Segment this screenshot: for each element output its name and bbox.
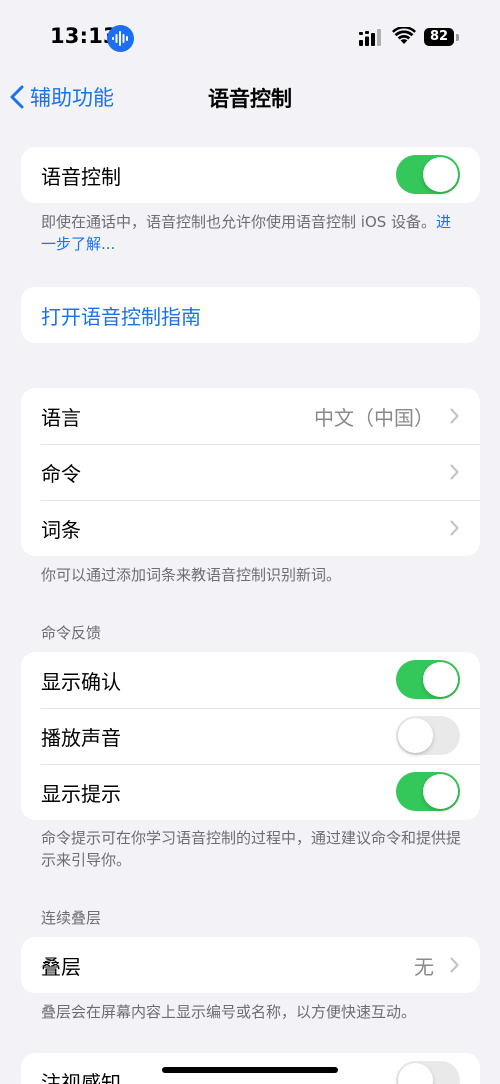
vocabulary-row[interactable]: 词条: [21, 500, 480, 556]
chevron-right-icon: [450, 520, 459, 536]
show-confirmation-toggle[interactable]: [396, 660, 460, 699]
attention-aware-label: 注视感知: [41, 1070, 121, 1084]
play-sound-toggle[interactable]: [396, 716, 460, 755]
vocabulary-label: 词条: [41, 517, 81, 542]
voice-control-footer: 即使在通话中，语音控制也允许你使用语音控制 iOS 设备。进一步了解...: [41, 211, 461, 255]
chevron-right-icon: [450, 957, 459, 973]
voice-control-description: 即使在通话中，语音控制也允许你使用语音控制 iOS 设备。: [41, 213, 437, 231]
vocabulary-footer: 你可以通过添加词条来教语音控制识别新词。: [41, 566, 342, 584]
continuous-overlay-header: 连续叠层: [41, 909, 102, 927]
show-confirmation-row: 显示确认: [21, 652, 480, 708]
cellular-signal-icon: [359, 29, 381, 46]
overlay-label: 叠层: [41, 954, 81, 979]
voice-control-toggle[interactable]: [396, 155, 460, 194]
toggle-knob: [423, 662, 458, 697]
show-confirmation-label: 显示确认: [41, 669, 121, 694]
command-feedback-group: 显示确认 播放声音 显示提示: [21, 652, 480, 820]
toggle-knob: [398, 1063, 433, 1084]
toggle-knob: [423, 157, 458, 192]
play-sound-label: 播放声音: [41, 725, 121, 750]
guide-group: 打开语音控制指南: [21, 287, 480, 343]
overlay-value: 无: [414, 954, 434, 979]
command-feedback-header: 命令反馈: [41, 624, 102, 642]
open-guide-row[interactable]: 打开语音控制指南: [21, 287, 480, 343]
overlay-group: 叠层 无: [21, 937, 480, 993]
show-hints-label: 显示提示: [41, 781, 121, 806]
attention-aware-toggle[interactable]: [396, 1061, 460, 1084]
language-label: 语言: [41, 405, 81, 430]
voice-control-row: 语音控制: [21, 147, 480, 203]
overlay-row[interactable]: 叠层 无: [21, 937, 480, 993]
battery-indicator: 82: [424, 28, 454, 46]
status-bar: 13:13 82: [0, 0, 500, 70]
battery-tip: [456, 34, 459, 41]
commands-row[interactable]: 命令: [21, 444, 480, 500]
language-group: 语言 中文（中国） 命令 词条: [21, 388, 480, 556]
show-hints-row: 显示提示: [21, 764, 480, 820]
language-row[interactable]: 语言 中文（中国）: [21, 388, 480, 444]
voice-control-mic-icon: [107, 25, 134, 52]
navigation-bar: 辅助功能 语音控制: [0, 70, 500, 124]
wifi-icon: [392, 27, 416, 44]
toggle-knob: [398, 718, 433, 753]
language-value: 中文（中国）: [314, 405, 434, 430]
toggle-knob: [423, 774, 458, 809]
show-hints-toggle[interactable]: [396, 772, 460, 811]
page-title: 语音控制: [208, 87, 292, 111]
home-indicator: [162, 1067, 338, 1073]
voice-control-group: 语音控制: [21, 147, 480, 203]
open-guide-label: 打开语音控制指南: [41, 304, 201, 329]
command-feedback-footer: 命令提示可在你学习语音控制的过程中，通过建议命令和提供提示来引导你。: [41, 829, 462, 869]
play-sound-row: 播放声音: [21, 708, 480, 764]
voice-control-label: 语音控制: [41, 164, 121, 189]
commands-label: 命令: [41, 461, 81, 486]
chevron-right-icon: [450, 464, 459, 480]
chevron-right-icon: [450, 408, 459, 424]
overlay-footer: 叠层会在屏幕内容上显示编号或名称，以方便快速互动。: [41, 1003, 417, 1021]
